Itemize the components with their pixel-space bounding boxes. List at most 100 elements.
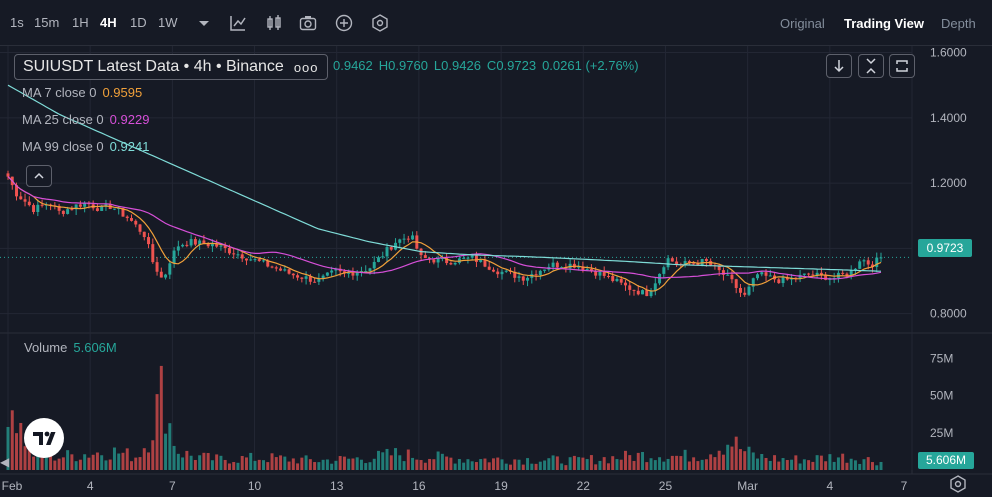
- timeframe-1s[interactable]: 1s: [10, 15, 24, 30]
- volume-bar: [240, 456, 244, 470]
- candle-body: [23, 199, 27, 202]
- volume-bar: [500, 459, 504, 470]
- price-tick-label: 1.2000: [930, 176, 967, 190]
- camera-icon[interactable]: [298, 13, 318, 33]
- candle-body: [811, 274, 815, 276]
- candle-body: [95, 208, 99, 211]
- candle-body: [858, 261, 862, 269]
- volume-bar: [223, 459, 227, 470]
- chevron-down-icon[interactable]: [194, 13, 214, 33]
- candle-body: [138, 224, 142, 232]
- candle-body: [164, 274, 168, 278]
- ma7-line: [7, 176, 882, 292]
- candle-body: [879, 257, 883, 259]
- volume-bar: [236, 462, 240, 470]
- view-tab-original[interactable]: Original: [780, 16, 825, 31]
- volume-bar: [594, 464, 598, 470]
- scroll-left-icon[interactable]: ◀: [0, 455, 12, 471]
- candle-body: [168, 263, 172, 275]
- volume-label: Volume: [24, 340, 68, 355]
- volume-bar: [198, 455, 202, 470]
- maximize-pane-button[interactable]: [889, 54, 915, 78]
- high-label: H: [378, 58, 389, 73]
- candle-body: [555, 262, 559, 268]
- timeframe-4h[interactable]: 4H: [100, 15, 117, 30]
- volume-bar: [491, 458, 495, 470]
- volume-bar: [756, 458, 759, 470]
- settings-hex-icon[interactable]: [370, 13, 390, 33]
- candle-body: [406, 238, 410, 240]
- candle-body: [526, 277, 530, 281]
- candle-body: [232, 253, 236, 255]
- ma99-legend[interactable]: MA 99 close 0 0.9241: [22, 139, 149, 154]
- volume-bar: [704, 459, 708, 470]
- volume-bar: [15, 433, 19, 470]
- volume-bar: [44, 456, 48, 470]
- symbol-legend[interactable]: SUIUSDT Latest Data • 4h • Binance ooo: [14, 54, 328, 80]
- add-icon[interactable]: [334, 13, 354, 33]
- candle-body: [219, 245, 223, 247]
- volume-legend[interactable]: Volume 5.606M: [24, 340, 117, 355]
- ma25-legend[interactable]: MA 25 close 0 0.9229: [22, 112, 149, 127]
- volume-bar: [432, 459, 436, 470]
- collapse-legend-button[interactable]: [26, 165, 52, 187]
- indicators-icon[interactable]: [228, 13, 248, 33]
- candle-body: [658, 273, 662, 284]
- collapse-pane-button[interactable]: [858, 54, 884, 78]
- ma7-legend[interactable]: MA 7 close 0 0.9595: [22, 85, 142, 100]
- volume-bar: [457, 459, 461, 470]
- price-tick-label: 1.4000: [930, 111, 967, 125]
- candle-body: [130, 218, 133, 221]
- candle-body: [151, 244, 155, 263]
- timeframe-1h[interactable]: 1H: [72, 15, 89, 30]
- download-button[interactable]: [826, 54, 852, 78]
- volume-bar: [785, 460, 789, 470]
- candle-body: [594, 271, 598, 276]
- candle-body: [270, 266, 274, 268]
- volume-bar: [517, 459, 521, 470]
- candle-body: [802, 273, 806, 275]
- volume-bar: [794, 455, 798, 470]
- timeframe-1w[interactable]: 1W: [158, 15, 178, 30]
- volume-bar: [628, 455, 632, 470]
- volume-bar: [342, 456, 346, 470]
- volume-tick-label: 25M: [930, 426, 953, 440]
- volume-bar: [176, 453, 180, 470]
- collapse-icon: [866, 58, 876, 74]
- candle-body: [483, 259, 487, 267]
- volume-bar: [534, 463, 538, 470]
- volume-bar: [266, 462, 270, 470]
- volume-bar: [696, 461, 700, 470]
- volume-bar: [768, 460, 772, 470]
- volume-bar: [300, 457, 304, 470]
- axis-settings-icon[interactable]: [948, 474, 968, 494]
- volume-bar: [83, 454, 87, 470]
- volume-bar: [721, 454, 725, 470]
- chart-toolbar: 1s 15m 1H 4H 1D 1W Original Trading View…: [0, 0, 992, 46]
- view-tab-trading-view[interactable]: Trading View: [844, 16, 924, 31]
- candle-body: [36, 204, 40, 212]
- volume-bar: [100, 455, 104, 470]
- volume-bar: [61, 457, 65, 470]
- timeframe-15m[interactable]: 15m: [34, 15, 59, 30]
- high-value: 0.9760: [388, 58, 428, 73]
- volume-bar: [734, 436, 738, 470]
- candle-type-icon[interactable]: [264, 13, 284, 33]
- volume-bar: [189, 455, 193, 470]
- timeframe-1d[interactable]: 1D: [130, 15, 147, 30]
- volume-bar: [291, 458, 295, 470]
- volume-bar: [406, 449, 410, 470]
- candle-body: [641, 290, 645, 295]
- ohlc-readout: 0.9462 H0.9760 L0.9426 C0.9723 0.0261 (+2.76…: [333, 58, 645, 73]
- candle-body: [325, 272, 329, 276]
- arrow-down-icon: [834, 60, 844, 73]
- volume-bar: [134, 457, 138, 470]
- volume-bar: [777, 461, 781, 470]
- close-value: 0.9723: [496, 58, 537, 73]
- candle-body: [6, 173, 10, 177]
- candle-body: [491, 269, 495, 272]
- view-tab-depth[interactable]: Depth: [941, 16, 976, 31]
- candle-body: [304, 276, 308, 279]
- tradingview-logo[interactable]: [24, 418, 64, 458]
- more-options-icon[interactable]: ooo: [294, 60, 319, 75]
